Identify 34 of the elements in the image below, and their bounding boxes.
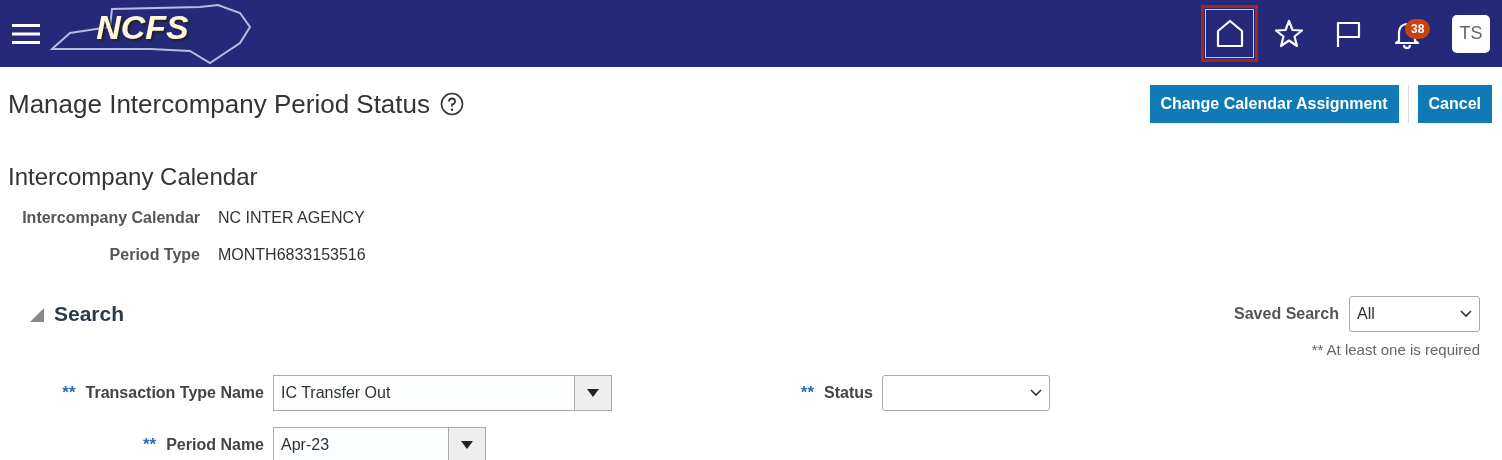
combo-input[interactable]: IC Transfer Out [273,375,575,411]
action-button[interactable]: Cancel [1417,85,1492,123]
dropdown-button[interactable] [449,427,486,460]
menu-icon[interactable] [12,22,40,45]
caret-icon [461,441,473,449]
field-label: Transaction Type Name [85,384,264,402]
field-value: NC INTER AGENCY [218,209,366,227]
field-label: Period Name [166,436,264,454]
caret-icon [587,389,599,397]
required-marker: ** [800,383,815,403]
field-value: MONTH6833153516 [218,246,367,264]
field-label: Intercompany Calendar [21,209,200,227]
star-icon [1272,17,1305,50]
saved-search-label: Saved Search [1234,305,1339,323]
page-title: Manage Intercompany Period Status [8,88,431,120]
combo-input[interactable]: Apr-23 [273,427,449,460]
required-marker: ** [142,435,157,455]
notifications-button[interactable]: 38 [1378,5,1435,62]
user-avatar[interactable]: TS [1452,14,1490,53]
required-marker: ** [62,383,76,403]
collapse-triangle-icon[interactable] [28,306,44,322]
chevron-icon [1460,310,1472,318]
saved-search-select[interactable]: All [1349,296,1480,332]
chevron-icon [1030,389,1042,397]
notification-count: 38 [1405,19,1431,39]
field-label: Period Type [108,246,200,264]
home-nav-button[interactable] [1201,5,1258,62]
dropdown-button[interactable] [575,375,612,411]
help-icon[interactable] [440,92,465,116]
search-heading: Search [54,302,125,326]
field-label: Status [824,384,873,402]
section-title: Intercompany Calendar [8,163,259,191]
required-note: ** At least one is required [1311,341,1480,358]
action-button[interactable]: Change Calendar Assignment [1149,85,1399,123]
